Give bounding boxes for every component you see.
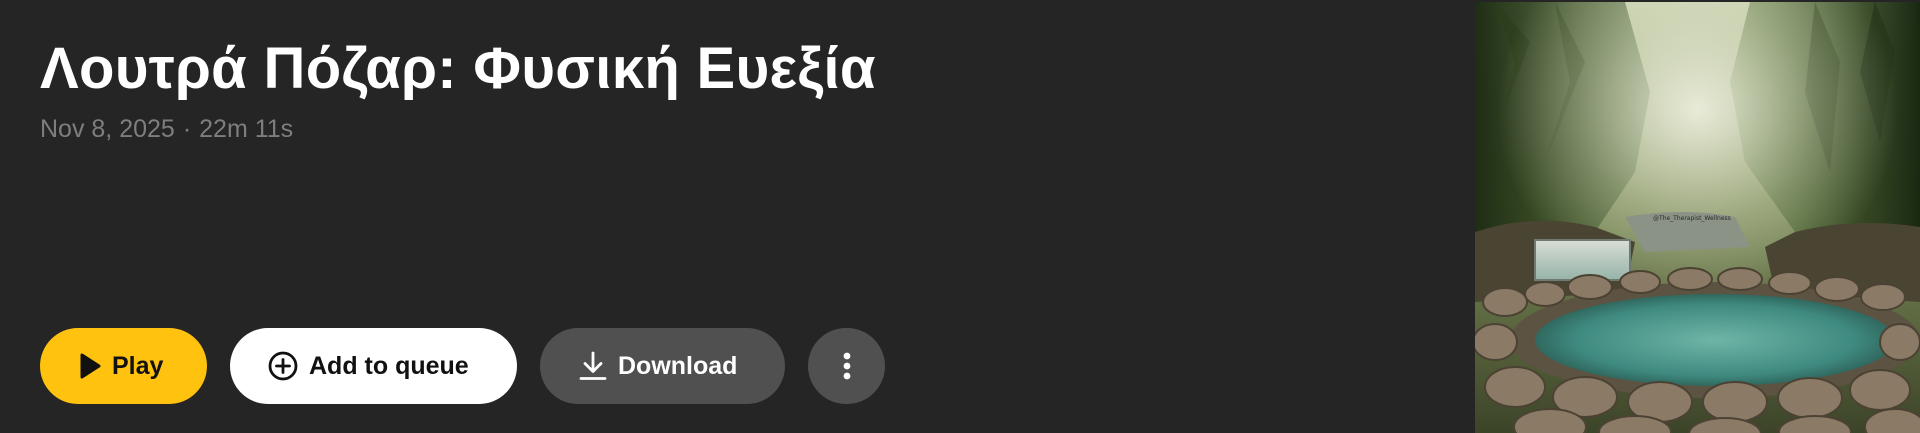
download-icon — [578, 350, 608, 382]
play-label: Play — [112, 351, 164, 380]
artwork-watermark: @The_Therapist_Wellness — [1653, 215, 1731, 222]
download-button[interactable]: Download — [540, 328, 785, 404]
episode-header: Λουτρά Πόζαρ: Φυσική Ευεξία Nov 8, 2025 ·… — [0, 0, 1920, 433]
meta-separator: · — [182, 115, 192, 143]
episode-date: Nov 8, 2025 — [40, 115, 175, 143]
add-circle-icon — [267, 350, 299, 382]
more-vertical-icon — [842, 350, 852, 382]
add-to-queue-button[interactable]: Add to queue — [230, 328, 517, 404]
action-bar: Play Add to queue Download — [40, 328, 885, 404]
episode-duration: 22m 11s — [199, 115, 294, 143]
episode-meta: Nov 8, 2025 · 22m 11s — [40, 113, 293, 145]
download-label: Download — [618, 351, 738, 380]
episode-artwork: @The_Therapist_Wellness — [1475, 2, 1920, 433]
add-to-queue-label: Add to queue — [309, 351, 469, 380]
episode-title: Λουτρά Πόζαρ: Φυσική Ευεξία — [40, 36, 876, 101]
play-icon — [78, 352, 102, 380]
more-options-button[interactable] — [808, 328, 885, 404]
play-button[interactable]: Play — [40, 328, 207, 404]
